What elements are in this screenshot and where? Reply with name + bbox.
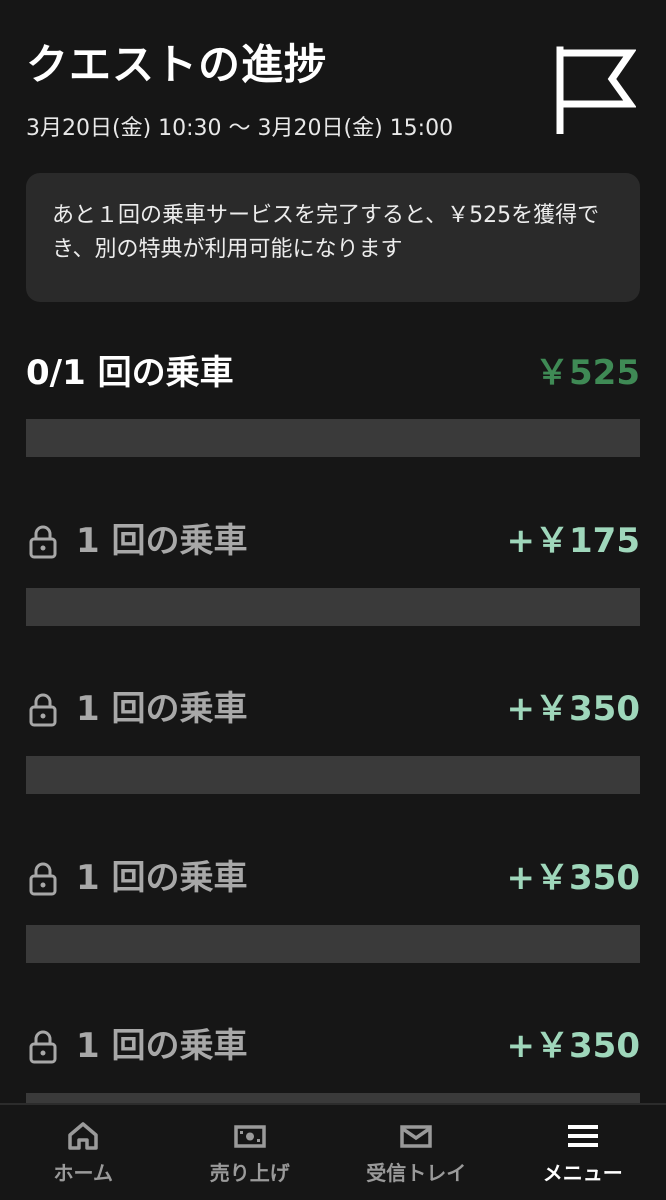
earnings-icon [234,1125,266,1148]
bottom-nav: ホーム 売り上げ 受信トレイ メニュー [0,1103,666,1200]
tier-label: 1 回の乗車 [76,521,248,561]
nav-item-earnings[interactable]: 売り上げ [167,1105,334,1200]
page-title: クエストの進捗 [26,40,328,89]
progress-label: 0/1 回の乗車 [26,353,234,393]
nav-item-inbox[interactable]: 受信トレイ [333,1105,500,1200]
nav-item-menu[interactable]: メニュー [500,1105,666,1200]
quest-progress-screen: クエストの進捗 3月20日(金) 10:30 〜 3月20日(金) 15:00 … [0,0,666,1200]
tier-row: 1 回の乗車 +￥350 [26,851,640,907]
current-progress: 0/1 回の乗車 ￥525 [26,346,640,402]
tier-row: 1 回の乗車 +￥350 [26,682,640,738]
quest-info-card: あと１回の乗車サービスを完了すると、￥525を獲得でき、別の特典が利用可能になり… [26,173,640,302]
tier-label: 1 回の乗車 [76,689,248,729]
lock-icon [29,862,57,896]
tier-progress-bar [26,588,640,626]
progress-bar [26,419,640,457]
tier-row: 1 回の乗車 +￥350 [26,1019,640,1075]
nav-label: 売り上げ [209,1161,290,1185]
lock-icon [29,693,57,727]
progress-reward-amount: ￥525 [535,353,640,393]
nav-item-home[interactable]: ホーム [0,1105,167,1200]
tier-progress-bar [26,925,640,963]
home-icon [68,1122,98,1150]
menu-icon [567,1125,598,1147]
flag-icon [556,46,636,134]
nav-label: ホーム [53,1161,113,1185]
tier-label: 1 回の乗車 [76,1026,248,1066]
quest-info-message: あと１回の乗車サービスを完了すると、￥525を獲得でき、別の特典が利用可能になり… [52,203,600,262]
tier-bonus-amount: +￥350 [506,689,640,729]
lock-icon [29,525,57,559]
tier-bonus-amount: +￥350 [506,1026,640,1066]
header: クエストの進捗 3月20日(金) 10:30 〜 3月20日(金) 15:00 [26,36,526,144]
nav-label: 受信トレイ [366,1161,467,1185]
tier-row: 1 回の乗車 +￥175 [26,514,640,570]
lock-icon [29,1030,57,1064]
tier-progress-bar [26,756,640,794]
tier-label: 1 回の乗車 [76,858,248,898]
quest-date-range: 3月20日(金) 10:30 〜 3月20日(金) 15:00 [26,116,454,141]
tier-bonus-amount: +￥175 [506,521,640,561]
tier-bonus-amount: +￥350 [506,858,640,898]
mail-icon [400,1125,432,1148]
nav-label: メニュー [542,1161,623,1185]
